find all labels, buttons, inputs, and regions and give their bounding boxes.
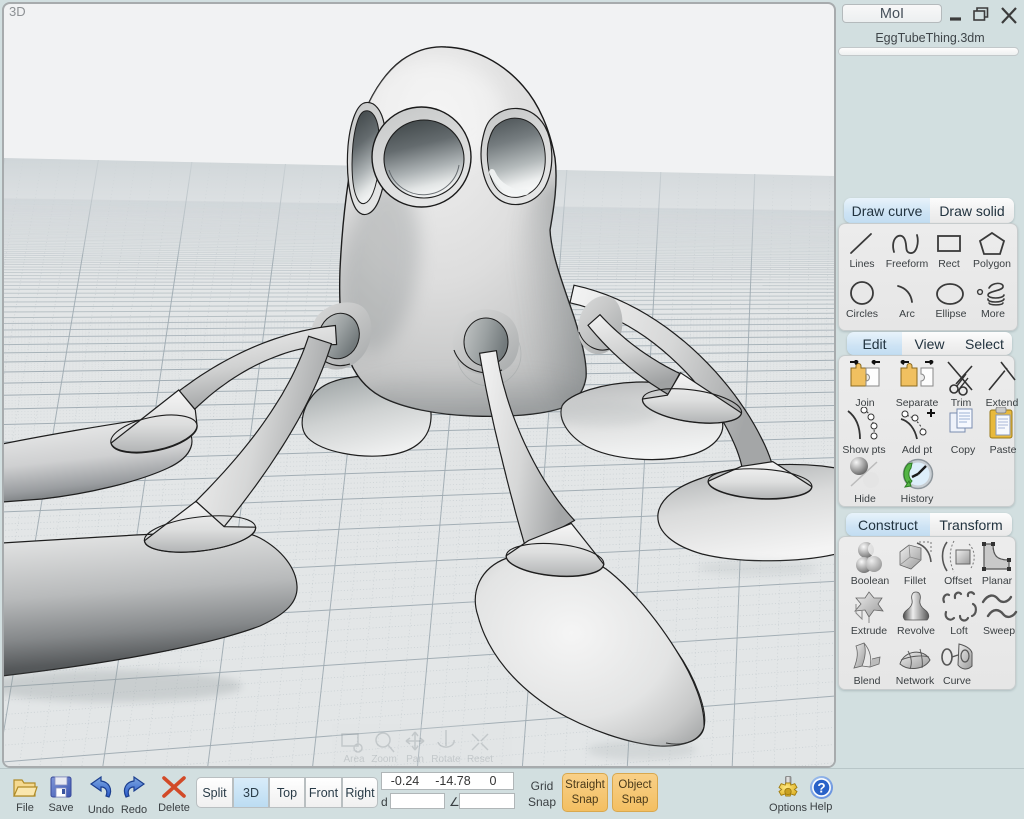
svg-text:Rotate: Rotate [431,754,461,765]
svg-text:Area: Area [343,754,365,765]
svg-text:Reset: Reset [467,754,493,765]
svg-text:Pan: Pan [406,754,424,765]
svg-text:?: ? [817,781,825,796]
svg-text:Zoom: Zoom [371,754,397,765]
